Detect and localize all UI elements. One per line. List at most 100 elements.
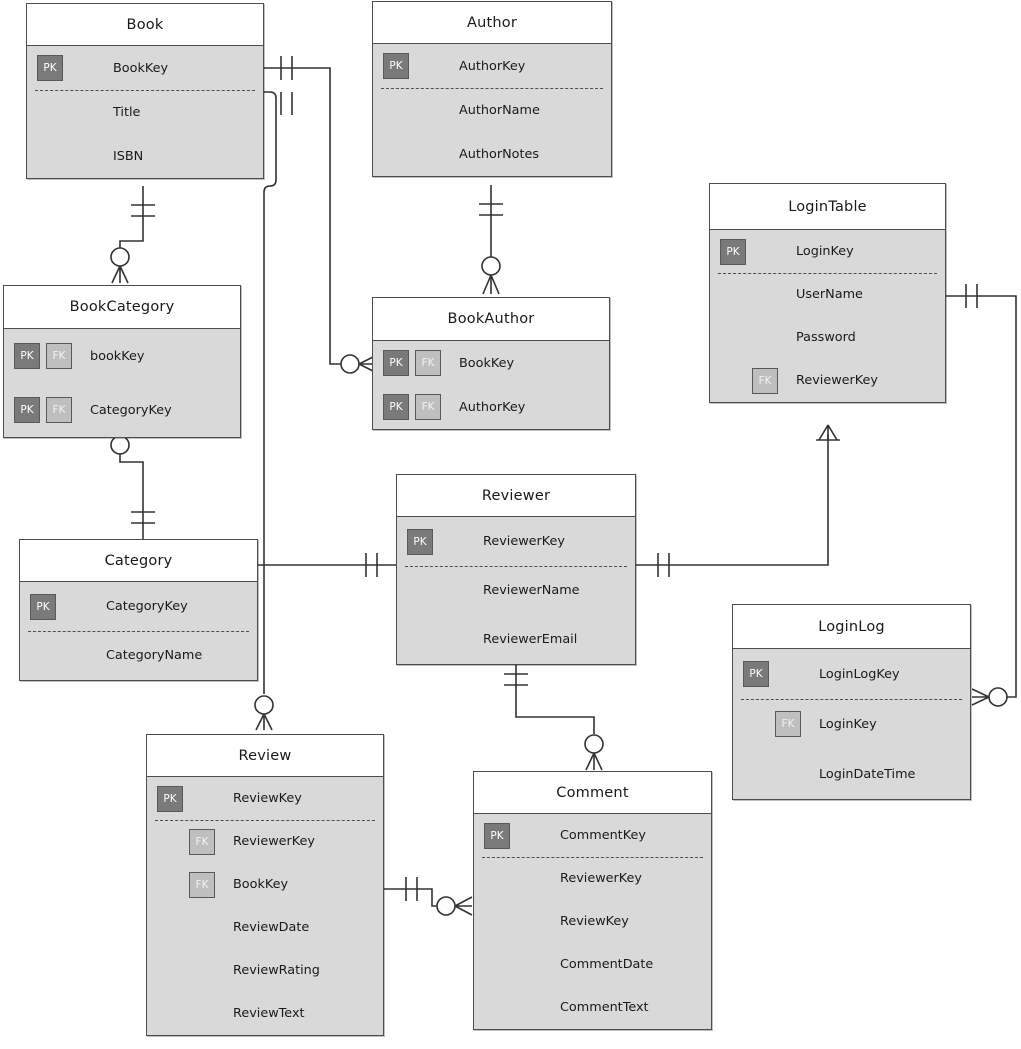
attribute-row[interactable]: PK LoginKey bbox=[710, 230, 945, 273]
entity-attributes-reviewer: PK ReviewerKey ReviewerName ReviewerEmail bbox=[397, 517, 635, 664]
connector-review-comment bbox=[384, 877, 473, 916]
attribute-name: LoginDateTime bbox=[819, 766, 916, 782]
attribute-name: AuthorKey bbox=[459, 399, 526, 415]
attribute-row[interactable]: FK ReviewerKey bbox=[147, 820, 383, 863]
connector-author-bookauthor bbox=[479, 185, 503, 295]
pk-badge-icon: PK bbox=[720, 238, 746, 265]
entity-attributes-bookauthor: PK FK BookKey PK FK AuthorKey bbox=[373, 341, 609, 429]
attribute-name: AuthorKey bbox=[459, 58, 526, 74]
attribute-row[interactable]: CommentText bbox=[474, 986, 711, 1029]
attribute-row[interactable]: ReviewerKey bbox=[474, 857, 711, 900]
er-diagram-canvas: Book PK BookKey Title ISBN Author PK AuthorKey A… bbox=[0, 0, 1021, 1049]
pk-badge-icon: PK bbox=[157, 785, 183, 812]
attribute-name: BookKey bbox=[459, 355, 515, 371]
pk-badge-icon: PK bbox=[407, 528, 433, 555]
attribute-row[interactable]: ReviewerEmail bbox=[397, 615, 635, 664]
attribute-name: ReviewText bbox=[233, 1006, 305, 1021]
attribute-name: AuthorNotes bbox=[459, 146, 540, 162]
attribute-key-badges: PK bbox=[157, 785, 233, 812]
attribute-row[interactable]: PK CategoryKey bbox=[20, 582, 257, 631]
attribute-name: Title bbox=[113, 104, 141, 120]
attribute-row[interactable]: ReviewRating bbox=[147, 949, 383, 992]
attribute-row[interactable]: PK CommentKey bbox=[474, 814, 711, 857]
attribute-row[interactable]: PK AuthorKey bbox=[373, 44, 611, 88]
entity-logintable[interactable]: LoginTable PK LoginKey UserName Password FK Re… bbox=[709, 183, 946, 403]
attribute-row[interactable]: FK BookKey bbox=[147, 863, 383, 906]
attribute-key-badges: PK bbox=[743, 661, 819, 687]
attribute-name: LoginLogKey bbox=[819, 666, 900, 682]
fk-badge-icon: FK bbox=[415, 394, 441, 420]
attribute-name: CommentText bbox=[560, 1000, 649, 1015]
entity-title-loginlog: LoginLog bbox=[733, 605, 970, 649]
attribute-name: ReviewerEmail bbox=[483, 632, 578, 647]
entity-title-bookauthor: BookAuthor bbox=[373, 298, 609, 341]
attribute-row[interactable]: ReviewDate bbox=[147, 906, 383, 949]
connector-book-review bbox=[254, 91, 293, 731]
badge-spacer bbox=[157, 872, 183, 898]
attribute-row[interactable]: UserName bbox=[710, 273, 945, 316]
attribute-name: ISBN bbox=[113, 148, 144, 164]
connector-category-reviewer bbox=[258, 553, 396, 577]
attribute-key-badges: FK bbox=[157, 871, 233, 898]
attribute-row[interactable]: PK FK bookKey bbox=[4, 329, 240, 383]
entity-bookcategory[interactable]: BookCategory PK FK bookKey PK FK CategoryKey bbox=[3, 285, 241, 438]
entity-title-category: Category bbox=[20, 540, 257, 582]
attribute-key-badges: FK bbox=[720, 367, 796, 394]
badge-spacer bbox=[720, 368, 746, 394]
attribute-row[interactable]: PK ReviewerKey bbox=[397, 517, 635, 566]
fk-badge-icon: FK bbox=[752, 367, 778, 394]
attribute-row[interactable]: ReviewerName bbox=[397, 566, 635, 615]
entity-book[interactable]: Book PK BookKey Title ISBN bbox=[26, 3, 264, 179]
attribute-key-badges: PK FK bbox=[383, 394, 459, 420]
pk-badge-icon: PK bbox=[383, 350, 409, 376]
attribute-row[interactable]: ISBN bbox=[27, 134, 263, 178]
connector-book-bookauthor bbox=[264, 56, 376, 374]
entity-bookauthor[interactable]: BookAuthor PK FK BookKey PK FK AuthorKey bbox=[372, 297, 610, 430]
pk-badge-icon: PK bbox=[743, 661, 769, 687]
entity-attributes-logintable: PK LoginKey UserName Password FK ReviewerKey bbox=[710, 230, 945, 402]
attribute-row[interactable]: CommentDate bbox=[474, 943, 711, 986]
attribute-key-badges: PK FK bbox=[14, 397, 90, 423]
attribute-key-badges: PK bbox=[407, 528, 483, 555]
entity-review[interactable]: Review PK ReviewKey FK ReviewerKey FK BookKey R… bbox=[146, 734, 384, 1036]
attribute-row[interactable]: PK LoginLogKey bbox=[733, 649, 970, 699]
attribute-row[interactable]: LoginDateTime bbox=[733, 749, 970, 799]
attribute-key-badges: FK bbox=[743, 711, 819, 737]
attribute-row[interactable]: FK LoginKey bbox=[733, 699, 970, 749]
pk-badge-icon: PK bbox=[484, 822, 510, 849]
entity-category[interactable]: Category PK CategoryKey CategoryName bbox=[19, 539, 258, 681]
entity-title-book: Book bbox=[27, 4, 263, 46]
attribute-row[interactable]: AuthorName bbox=[373, 88, 611, 132]
entity-loginlog[interactable]: LoginLog PK LoginLogKey FK LoginKey LoginDate… bbox=[732, 604, 971, 800]
attribute-row[interactable]: CategoryName bbox=[20, 631, 257, 680]
attribute-row[interactable]: FK ReviewerKey bbox=[710, 359, 945, 402]
entity-comment[interactable]: Comment PK CommentKey ReviewerKey ReviewKey C… bbox=[473, 771, 712, 1030]
attribute-name: LoginKey bbox=[796, 244, 854, 259]
attribute-row[interactable]: Title bbox=[27, 90, 263, 134]
attribute-row[interactable]: PK FK CategoryKey bbox=[4, 383, 240, 437]
entity-attributes-loginlog: PK LoginLogKey FK LoginKey LoginDateTime bbox=[733, 649, 970, 799]
connector-bookcategory-category bbox=[110, 427, 155, 539]
entity-reviewer[interactable]: Reviewer PK ReviewerKey ReviewerName Reviewe… bbox=[396, 474, 636, 665]
entity-attributes-bookcategory: PK FK bookKey PK FK CategoryKey bbox=[4, 329, 240, 437]
attribute-row[interactable]: PK ReviewKey bbox=[147, 777, 383, 820]
attribute-row[interactable]: PK FK BookKey bbox=[373, 341, 609, 385]
attribute-name: ReviewRating bbox=[233, 963, 320, 978]
attribute-name: ReviewKey bbox=[560, 914, 629, 929]
attribute-key-badges: FK bbox=[157, 828, 233, 855]
attribute-row[interactable]: PK FK AuthorKey bbox=[373, 385, 609, 429]
attribute-row[interactable]: ReviewKey bbox=[474, 900, 711, 943]
entity-author[interactable]: Author PK AuthorKey AuthorName AuthorNotes bbox=[372, 1, 612, 177]
attribute-row[interactable]: Password bbox=[710, 316, 945, 359]
entity-attributes-review: PK ReviewKey FK ReviewerKey FK BookKey ReviewD… bbox=[147, 777, 383, 1035]
connector-reviewer-logintable bbox=[636, 424, 840, 577]
attribute-name: CommentKey bbox=[560, 828, 646, 843]
attribute-name: ReviewerKey bbox=[483, 534, 565, 549]
attribute-row[interactable]: ReviewText bbox=[147, 992, 383, 1035]
attribute-row[interactable]: AuthorNotes bbox=[373, 132, 611, 176]
entity-title-reviewer: Reviewer bbox=[397, 475, 635, 517]
fk-badge-icon: FK bbox=[415, 350, 441, 376]
pk-badge-icon: PK bbox=[383, 53, 409, 79]
attribute-key-badges: PK bbox=[383, 53, 459, 79]
attribute-row[interactable]: PK BookKey bbox=[27, 46, 263, 90]
